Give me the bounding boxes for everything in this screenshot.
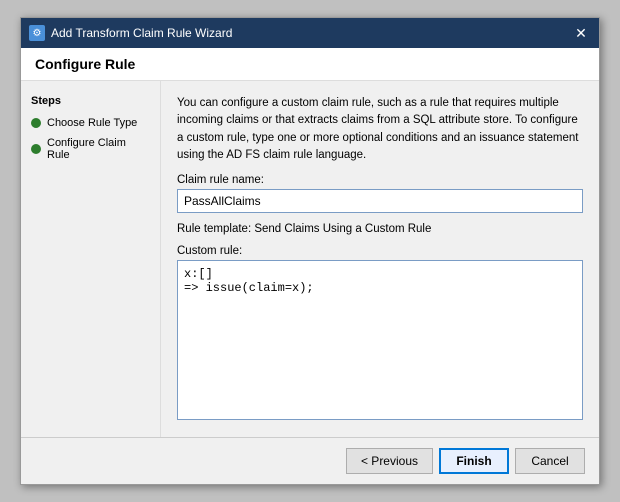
cancel-button[interactable]: Cancel [515, 448, 585, 474]
step-dot-2 [31, 144, 41, 154]
step-item-1: Choose Rule Type [31, 117, 150, 129]
main-panel: You can configure a custom claim rule, s… [161, 81, 599, 437]
content-area: Steps Choose Rule Type Configure Claim R… [21, 81, 599, 437]
claim-rule-name-label: Claim rule name: [177, 174, 583, 186]
custom-rule-label: Custom rule: [177, 245, 583, 257]
page-title: Configure Rule [21, 48, 599, 81]
step-label-2: Configure Claim Rule [47, 137, 150, 161]
claim-rule-name-group: Claim rule name: [177, 174, 583, 213]
footer: < Previous Finish Cancel [21, 437, 599, 484]
step-dot-1 [31, 118, 41, 128]
step-label-1: Choose Rule Type [47, 117, 137, 129]
title-bar-left: ⚙ Add Transform Claim Rule Wizard [29, 25, 232, 41]
close-button[interactable]: ✕ [571, 23, 591, 43]
description-text: You can configure a custom claim rule, s… [177, 95, 583, 164]
step-item-2: Configure Claim Rule [31, 137, 150, 161]
custom-rule-textarea[interactable]: x:[] => issue(claim=x); [177, 260, 583, 420]
steps-panel: Steps Choose Rule Type Configure Claim R… [21, 81, 161, 437]
finish-button[interactable]: Finish [439, 448, 509, 474]
title-bar: ⚙ Add Transform Claim Rule Wizard ✕ [21, 18, 599, 48]
claim-rule-name-input[interactable] [177, 189, 583, 213]
window-icon: ⚙ [29, 25, 45, 41]
steps-heading: Steps [31, 95, 150, 107]
window-title: Add Transform Claim Rule Wizard [51, 26, 232, 40]
previous-button[interactable]: < Previous [346, 448, 433, 474]
rule-template-text: Rule template: Send Claims Using a Custo… [177, 223, 583, 235]
wizard-window: ⚙ Add Transform Claim Rule Wizard ✕ Conf… [20, 17, 600, 485]
custom-rule-group: Custom rule: x:[] => issue(claim=x); [177, 245, 583, 423]
